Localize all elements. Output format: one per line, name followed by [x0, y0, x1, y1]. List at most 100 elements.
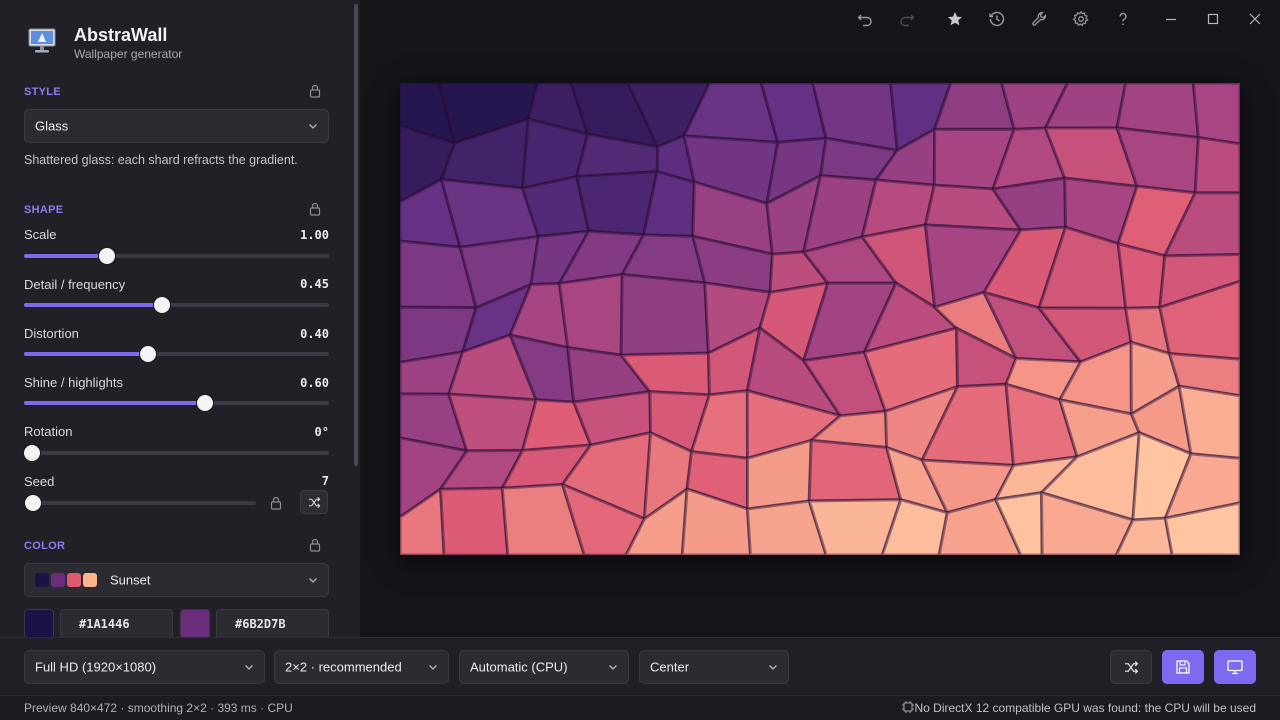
placement-dropdown[interactable]: Center	[639, 650, 789, 684]
color-swatch-1[interactable]	[24, 609, 54, 637]
glass-shards-image	[400, 83, 1240, 555]
chevron-down-icon	[609, 665, 617, 670]
bottom-bar: Full HD (1920×1080) 2×2 · recommended Au…	[0, 637, 1280, 695]
color-lock-icon[interactable]	[308, 538, 322, 552]
smoothing-value: 2×2 · recommended	[285, 659, 402, 675]
set-wallpaper-button[interactable]	[1214, 650, 1256, 684]
save-icon	[1176, 660, 1190, 674]
palette-swatches	[35, 573, 99, 587]
scale-slider-thumb[interactable]	[99, 248, 116, 264]
rotation-label: Rotation	[24, 424, 73, 439]
glass-shard	[619, 272, 710, 357]
shuffle-icon	[308, 496, 321, 509]
detail-label: Detail / frequency	[24, 277, 126, 292]
glass-shard	[557, 272, 624, 357]
color-section-label: COLOR	[24, 540, 66, 552]
seed-slider-thumb[interactable]	[25, 495, 42, 511]
resolution-dropdown[interactable]: Full HD (1920×1080)	[24, 650, 265, 684]
glass-shard	[1191, 83, 1240, 146]
shape-section-label: SHAPE	[24, 204, 64, 216]
save-button[interactable]	[1162, 650, 1204, 684]
rotation-slider[interactable]	[24, 445, 329, 461]
app-subtitle: Wallpaper generator	[74, 47, 183, 61]
placement-value: Center	[650, 659, 690, 675]
seed-lock-icon[interactable]	[269, 496, 283, 510]
distortion-slider-thumb[interactable]	[139, 346, 156, 362]
app-title: AbstraWall	[74, 25, 168, 45]
chevron-down-icon	[309, 124, 317, 129]
palette-name: Sunset	[110, 572, 151, 588]
rotation-value: 0°	[314, 425, 329, 439]
app-header: AbstraWall Wallpaper generator	[24, 24, 324, 64]
minimize-icon[interactable]	[1162, 10, 1180, 28]
style-dropdown[interactable]: Glass	[24, 109, 329, 143]
distortion-label: Distortion	[24, 326, 79, 341]
palette-swatch	[51, 573, 65, 587]
glass-shard	[1193, 136, 1240, 195]
wallpaper-preview	[400, 83, 1240, 555]
preview-area	[360, 0, 1280, 637]
scale-slider-fill	[24, 254, 108, 258]
sidebar-scrollbar[interactable]	[354, 4, 358, 466]
rotation-slider-thumb[interactable]	[24, 445, 40, 461]
glass-shard	[1116, 242, 1167, 310]
glass-shard	[439, 486, 510, 555]
seed-shuffle-button[interactable]	[300, 490, 328, 514]
app-logo-icon	[28, 28, 56, 53]
seed-label: Seed	[24, 474, 55, 489]
chip-icon	[902, 701, 914, 713]
seed-value: 7	[321, 474, 329, 488]
smoothing-dropdown[interactable]: 2×2 · recommended	[274, 650, 449, 684]
chevron-down-icon	[429, 665, 437, 670]
detail-value: 0.45	[300, 277, 329, 291]
randomize-button[interactable]	[1110, 650, 1152, 684]
palette-swatch	[67, 573, 81, 587]
style-lock-icon[interactable]	[308, 84, 322, 98]
maximize-icon[interactable]	[1204, 10, 1222, 28]
hex-field-2[interactable]: #6B2D7B	[216, 609, 329, 637]
chevron-down-icon	[245, 665, 253, 670]
shine-slider-thumb[interactable]	[197, 395, 214, 411]
hex-field-1[interactable]: #1A1446	[60, 609, 173, 637]
shine-slider[interactable]	[24, 395, 329, 411]
style-dropdown-value: Glass	[35, 118, 69, 134]
detail-slider[interactable]	[24, 297, 329, 313]
scale-label: Scale	[24, 227, 57, 242]
undo-icon[interactable]	[856, 10, 874, 28]
chevron-down-icon	[309, 578, 317, 583]
history-icon[interactable]	[988, 10, 1006, 28]
status-bar: Preview 840×472 · smoothing 2×2 · 393 ms…	[0, 695, 1280, 720]
resolution-value: Full HD (1920×1080)	[35, 659, 157, 675]
color-swatch-2[interactable]	[180, 609, 210, 637]
sidebar: AbstraWall Wallpaper generator STYLE Gla…	[0, 0, 360, 637]
glass-shards	[400, 83, 1240, 555]
status-gpu-warning: No DirectX 12 compatible GPU was found: …	[914, 701, 1257, 715]
distortion-value: 0.40	[300, 327, 329, 341]
redo-icon[interactable]	[898, 10, 916, 28]
wrench-icon[interactable]	[1030, 10, 1048, 28]
seed-slider[interactable]	[24, 495, 256, 511]
chevron-down-icon	[769, 665, 777, 670]
palette-swatch	[83, 573, 97, 587]
help-icon[interactable]	[1114, 10, 1132, 28]
style-section-label: STYLE	[24, 86, 61, 98]
style-description: Shattered glass: each shard refracts the…	[24, 153, 298, 167]
scale-value: 1.00	[300, 228, 329, 242]
detail-slider-thumb[interactable]	[153, 297, 170, 313]
palette-dropdown[interactable]: Sunset	[24, 563, 329, 597]
renderer-dropdown[interactable]: Automatic (CPU)	[459, 650, 629, 684]
close-icon[interactable]	[1246, 10, 1264, 28]
shine-label: Shine / highlights	[24, 375, 124, 390]
palette-swatch	[35, 573, 49, 587]
shine-value: 0.60	[300, 376, 329, 390]
shape-lock-icon[interactable]	[308, 202, 322, 216]
shuffle-icon	[1125, 661, 1139, 674]
gear-icon[interactable]	[1072, 10, 1090, 28]
monitor-icon	[1227, 660, 1243, 675]
status-preview-info: Preview 840×472 · smoothing 2×2 · 393 ms…	[24, 701, 293, 715]
detail-slider-fill	[24, 303, 162, 307]
scale-slider[interactable]	[24, 248, 329, 264]
star-icon[interactable]	[946, 10, 964, 28]
shine-slider-fill	[24, 401, 206, 405]
distortion-slider[interactable]	[24, 346, 329, 362]
